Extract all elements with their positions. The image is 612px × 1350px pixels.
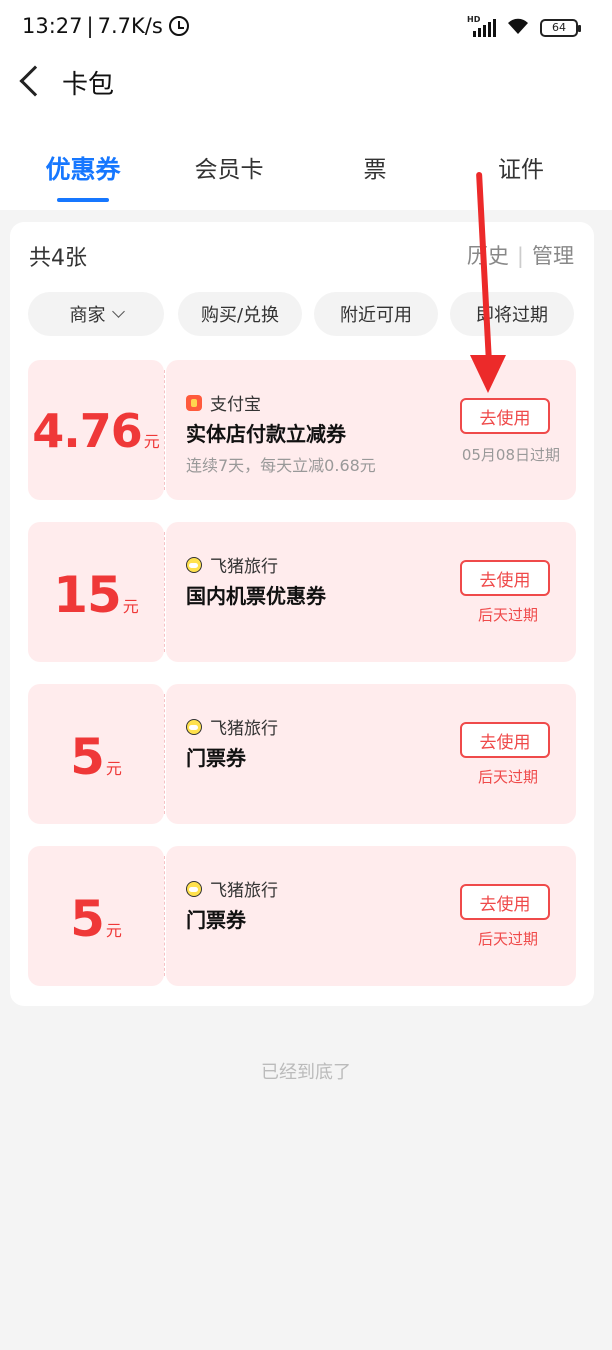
filter-merchant-label: 商家: [69, 305, 106, 326]
end-of-list-note: 已经到底了: [261, 1062, 351, 1083]
coupon-info-area: 飞猪旅行 门票券 去使用 后天过期: [166, 684, 576, 824]
status-time: 13:27: [22, 14, 83, 38]
header: 卡包: [0, 56, 612, 108]
battery-icon: 64: [540, 18, 581, 37]
tab-bar: 优惠券 会员卡 票 证件: [0, 150, 612, 206]
status-separator: |: [86, 14, 94, 38]
filter-expiring-soon[interactable]: 即将过期: [450, 292, 574, 336]
manage-link[interactable]: 管理: [532, 244, 574, 268]
coupon-amount: 15: [53, 566, 122, 624]
fliggy-icon: [186, 880, 202, 897]
use-coupon-button[interactable]: 去使用: [460, 560, 550, 596]
links-separator: |: [516, 244, 524, 268]
coupon-item[interactable]: 5 元 飞猪旅行 门票券 去使用 后天过期: [28, 846, 576, 986]
annotation-arrow-head-icon: [470, 355, 506, 393]
tab-documents[interactable]: 证件: [466, 150, 576, 184]
status-right: HD 64: [467, 15, 581, 39]
coupon-unit: 元: [143, 432, 160, 451]
coupon-merchant: 飞猪旅行: [186, 552, 278, 577]
coupon-info-area: 飞猪旅行 门票券 去使用 后天过期: [166, 846, 576, 986]
status-bar: 13:27 | 7.7K/s HD 64: [0, 0, 612, 56]
coupon-amount-area: 4.76 元: [28, 360, 164, 500]
coupon-name: 国内机票优惠券: [186, 584, 326, 608]
use-coupon-button[interactable]: 去使用: [460, 722, 550, 758]
coupon-merchant: 支付宝: [186, 390, 261, 415]
coupon-expiry: 后天过期: [477, 930, 538, 948]
coupon-amount: 5: [70, 728, 105, 786]
merchant-name: 支付宝: [210, 395, 261, 415]
coupon-info-area: 支付宝 实体店付款立减券 连续7天，每天立减0.68元 去使用 05月08日过期: [166, 360, 576, 500]
network-speed: 7.7K/s: [97, 14, 163, 38]
coupon-item[interactable]: 15 元 飞猪旅行 国内机票优惠券 去使用 后天过期: [28, 522, 576, 662]
filter-bar: 商家 购买/兑换 附近可用 即将过期: [28, 292, 578, 336]
coupon-merchant: 飞猪旅行: [186, 876, 278, 901]
coupon-amount: 5: [70, 890, 105, 948]
back-arrow-icon[interactable]: [19, 65, 51, 97]
use-coupon-button[interactable]: 去使用: [460, 398, 550, 434]
coupon-count: 共4张: [29, 246, 87, 271]
active-tab-indicator: [57, 198, 109, 202]
fliggy-icon: [186, 718, 202, 735]
coupon-name: 实体店付款立减券: [186, 422, 346, 446]
coupon-name: 门票券: [186, 908, 246, 932]
coupon-expiry: 05月08日过期: [461, 446, 560, 464]
coupon-info-area: 飞猪旅行 国内机票优惠券 去使用 后天过期: [166, 522, 576, 662]
page-title: 卡包: [62, 70, 115, 100]
coupon-item[interactable]: 5 元 飞猪旅行 门票券 去使用 后天过期: [28, 684, 576, 824]
coupon-unit: 元: [122, 597, 139, 616]
coupon-description: 连续7天，每天立减0.68元: [186, 456, 376, 475]
wifi-icon: [506, 16, 530, 39]
merchant-name: 飞猪旅行: [210, 719, 278, 739]
alipay-icon: [186, 394, 202, 411]
fliggy-icon: [186, 556, 202, 573]
coupon-amount-area: 5 元: [28, 684, 164, 824]
merchant-name: 飞猪旅行: [210, 881, 278, 901]
filter-merchant[interactable]: 商家: [28, 292, 164, 336]
status-left: 13:27 | 7.7K/s: [22, 14, 189, 38]
coupon-expiry: 后天过期: [477, 768, 538, 786]
filter-nearby[interactable]: 附近可用: [314, 292, 438, 336]
coupon-amount-area: 5 元: [28, 846, 164, 986]
chevron-down-icon: [111, 305, 125, 318]
filter-purchase-exchange[interactable]: 购买/兑换: [178, 292, 302, 336]
alarm-icon: [168, 16, 189, 36]
coupon-unit: 元: [105, 921, 122, 940]
signal-icon: HD: [467, 15, 496, 37]
tab-member-cards[interactable]: 会员卡: [174, 150, 284, 184]
use-coupon-button[interactable]: 去使用: [460, 884, 550, 920]
merchant-name: 飞猪旅行: [210, 557, 278, 577]
coupon-amount: 4.76: [32, 404, 142, 458]
tab-tickets[interactable]: 票: [320, 150, 430, 184]
coupon-expiry: 后天过期: [477, 606, 538, 624]
coupon-panel: 共4张 历史 | 管理 商家 购买/兑换 附近可用 即将过期 4.76 元 支付宝 …: [10, 222, 594, 1006]
history-link[interactable]: 历史: [467, 244, 509, 268]
tab-coupons[interactable]: 优惠券: [28, 150, 138, 186]
battery-level: 64: [552, 21, 566, 34]
coupon-amount-area: 15 元: [28, 522, 164, 662]
coupon-name: 门票券: [186, 746, 246, 770]
coupon-unit: 元: [105, 759, 122, 778]
coupon-merchant: 飞猪旅行: [186, 714, 278, 739]
network-type: HD: [467, 14, 481, 24]
